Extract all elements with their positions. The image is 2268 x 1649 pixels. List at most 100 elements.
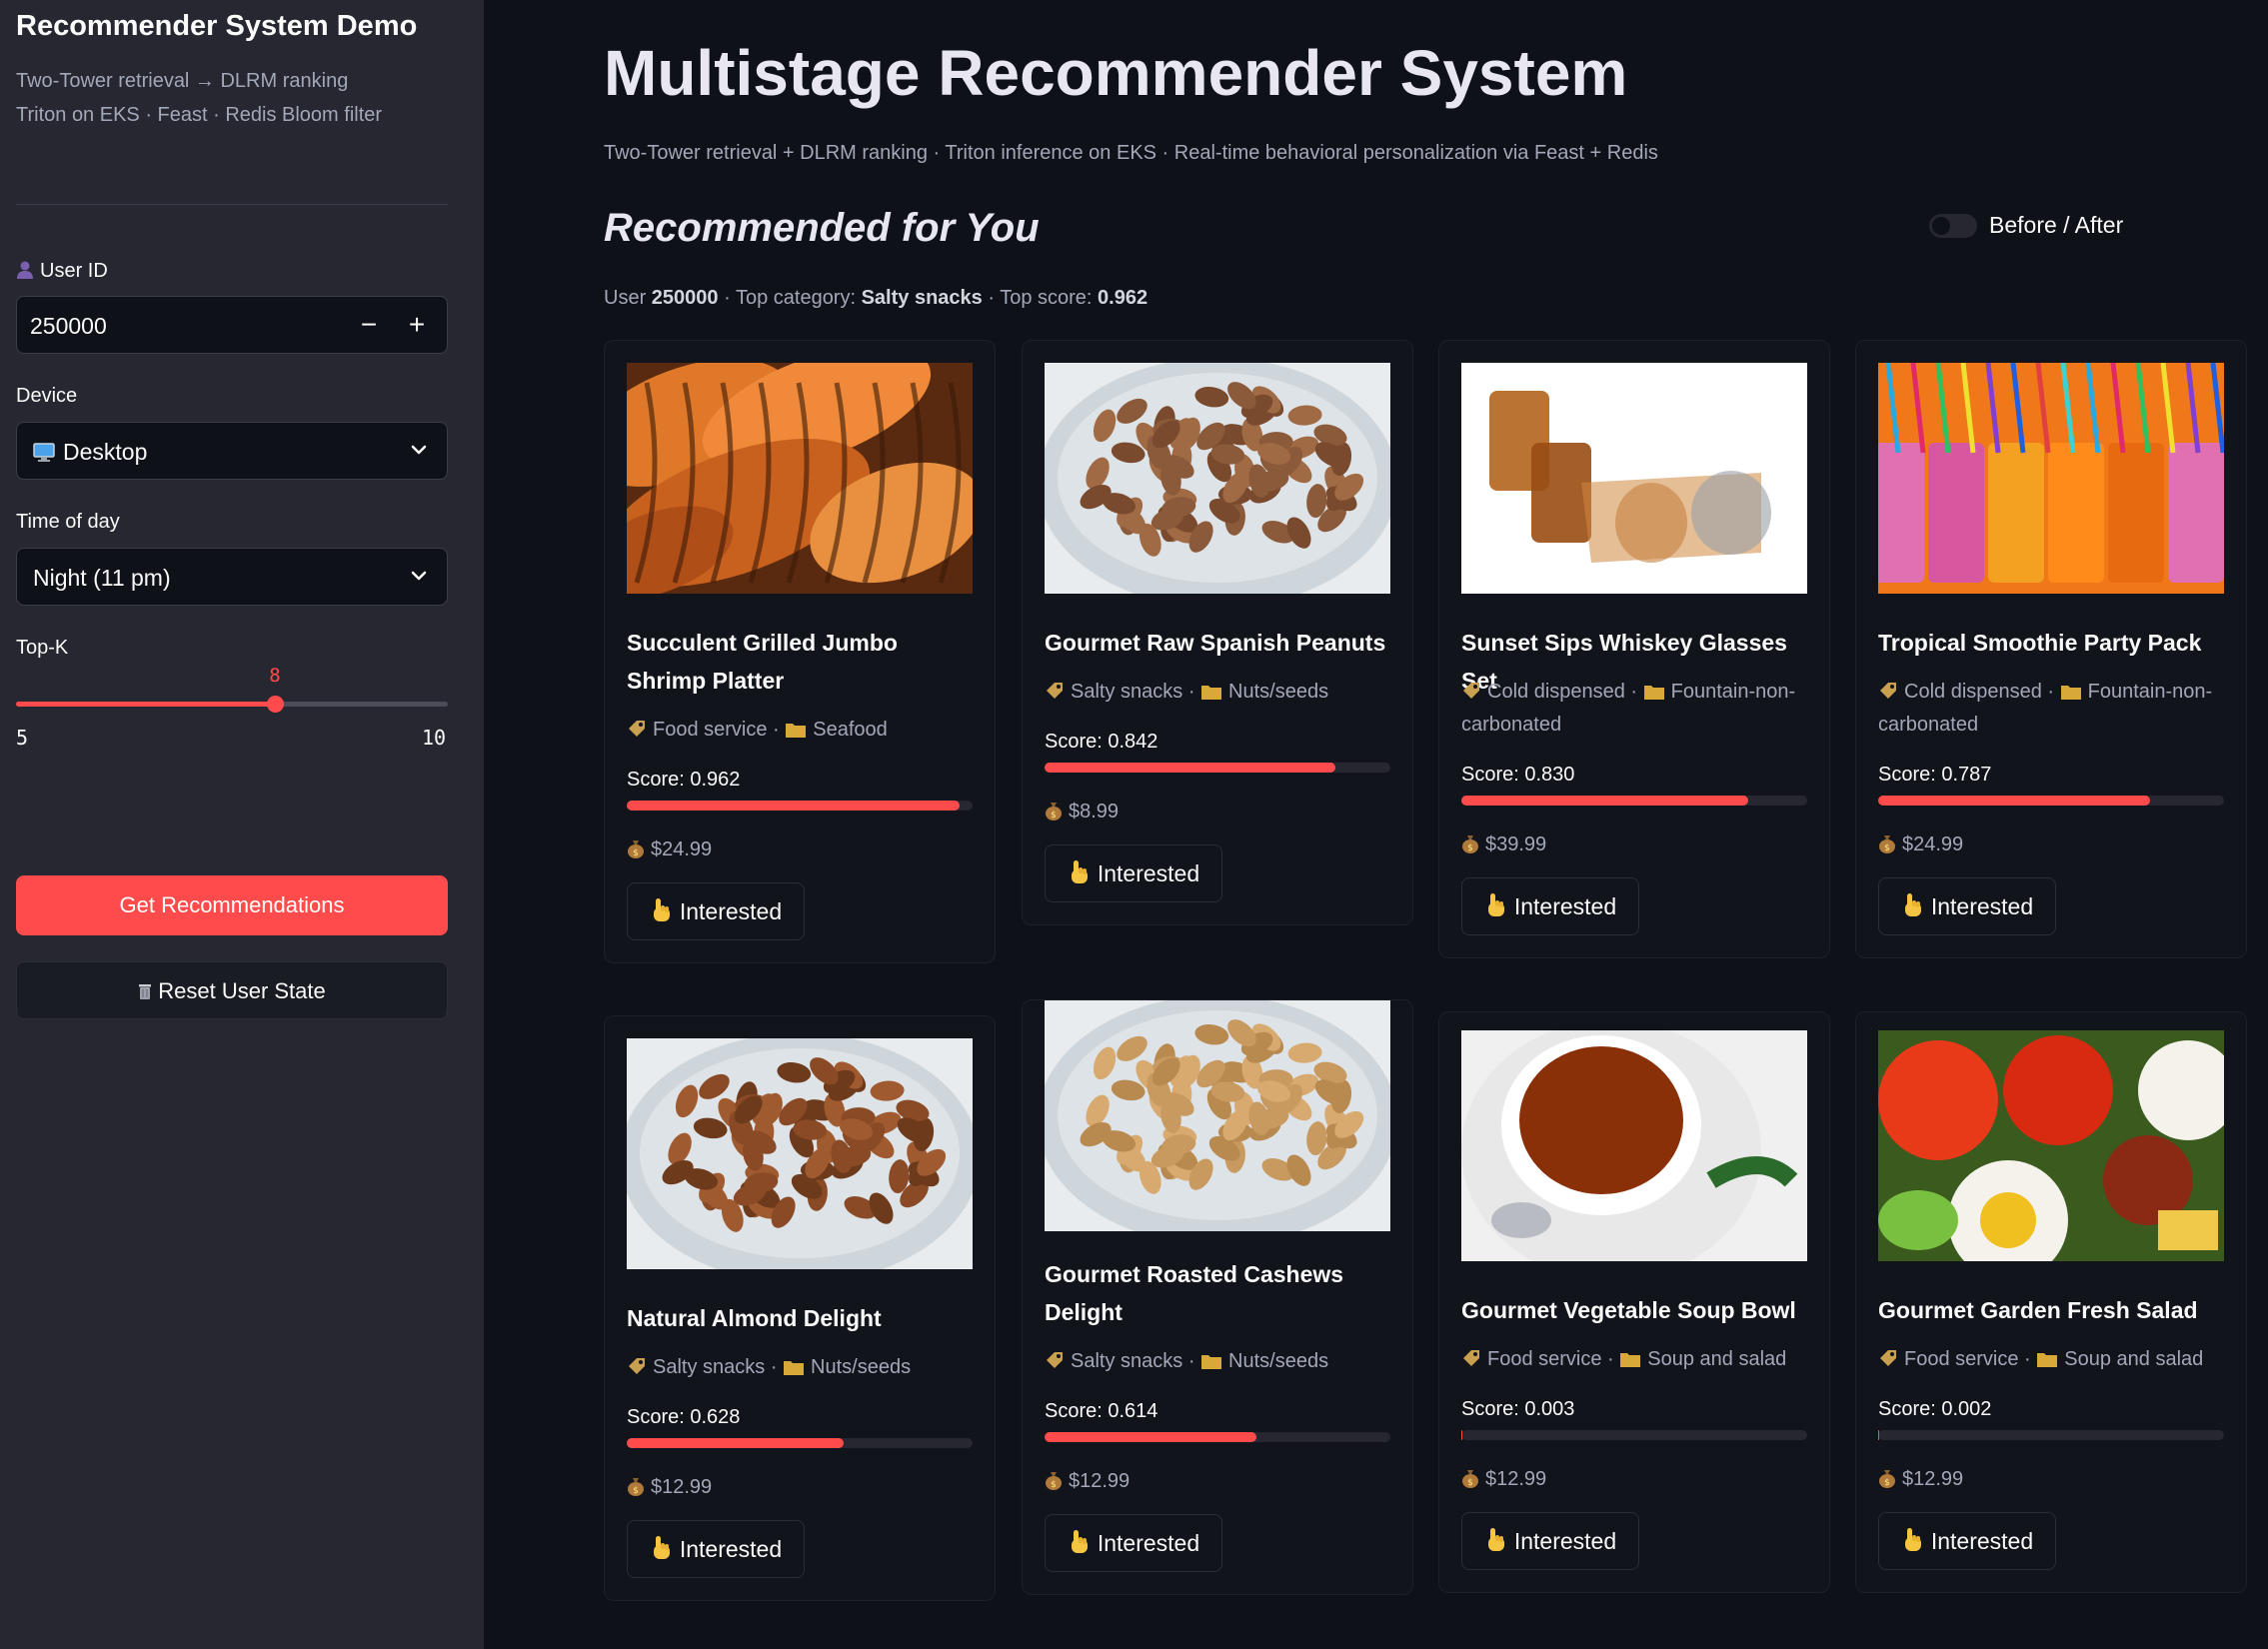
product-category-text: Cold dispensed [1904, 681, 2042, 703]
folder-icon [1201, 686, 1222, 700]
chevron-down-icon [411, 445, 427, 455]
user-id-input[interactable]: 250000 − + [16, 296, 448, 354]
product-title: Natural Almond Delight [627, 1305, 882, 1331]
user-icon [17, 261, 33, 279]
product-category: Salty snacks · Nuts/seeds [1045, 1345, 1394, 1378]
money-bag-icon: $ [1879, 1470, 1895, 1488]
score-bar [1878, 796, 2224, 806]
interested-button[interactable]: Interested [1045, 844, 1222, 902]
product-image [1878, 363, 2224, 594]
svg-text:$: $ [1884, 843, 1890, 853]
user-id-increment-button[interactable]: + [395, 305, 439, 347]
interested-button[interactable]: Interested [1045, 1514, 1222, 1572]
interested-button-label: Interested [1097, 1530, 1200, 1556]
user-id-label-text: User ID [40, 260, 108, 282]
interested-button[interactable]: Interested [1461, 877, 1639, 935]
tag-icon [1880, 683, 1896, 699]
pointing-hand-icon [1904, 893, 1921, 916]
time-of-day-select[interactable]: Night (11 pm) [16, 548, 448, 606]
device-select[interactable]: Desktop [16, 422, 448, 480]
tag-icon [1463, 1350, 1479, 1366]
top-k-slider[interactable] [16, 696, 448, 713]
interested-button[interactable]: Interested [627, 882, 805, 940]
before-after-toggle[interactable] [1929, 214, 1977, 238]
before-after-label[interactable]: Before / After [1989, 212, 2123, 239]
svg-text:$: $ [1467, 843, 1473, 853]
score-bar [1045, 763, 1390, 773]
sidebar-subtitle-line1: Two-Tower retrieval → DLRM ranking [16, 70, 349, 92]
reset-user-state-label: Reset User State [158, 978, 326, 1003]
product-image [627, 363, 973, 594]
product-title: Succulent Grilled Jumbo Shrimp Platter [627, 630, 898, 694]
product-price: $ $8.99 [1045, 801, 1119, 824]
interested-button[interactable]: Interested [1878, 1512, 2056, 1570]
interested-button[interactable]: Interested [627, 1520, 805, 1578]
money-bag-icon: $ [1046, 803, 1062, 821]
pointing-hand-icon [653, 898, 670, 921]
section-title: Recommended for You [604, 206, 1040, 250]
score-bar [627, 1438, 973, 1448]
product-category: Food service · Seafood [627, 714, 977, 747]
product-category: Food service · Soup and salad [1878, 1343, 2228, 1376]
product-price-text: $24.99 [651, 838, 713, 860]
tag-icon [1047, 1352, 1063, 1368]
interested-button-label: Interested [1513, 893, 1617, 919]
top-k-slider-thumb[interactable] [267, 696, 285, 713]
folder-icon [2060, 686, 2081, 700]
svg-text:$: $ [1884, 1478, 1890, 1488]
product-score-label: Score: 0.830 [1461, 764, 1575, 786]
top-k-slider-fill [16, 702, 276, 707]
score-bar-fill [627, 1438, 845, 1448]
product-image [627, 1038, 973, 1269]
chevron-down-icon [411, 571, 427, 581]
desktop-icon [33, 443, 55, 462]
product-card: Natural Almond Delight Salty snacks · Nut… [604, 1015, 996, 1601]
product-category-text: Salty snacks [653, 1356, 766, 1378]
summary-top-score: 0.962 [1098, 287, 1148, 309]
money-bag-icon: $ [1879, 835, 1895, 853]
interested-button-label: Interested [1097, 860, 1200, 886]
product-category-text: Salty snacks [1071, 681, 1183, 703]
product-price: $ $12.99 [627, 1476, 712, 1499]
reset-user-state-button[interactable]: Reset User State [16, 961, 448, 1019]
pointing-hand-icon [1071, 860, 1088, 883]
product-score-label: Score: 0.002 [1878, 1398, 1992, 1420]
summary-top-category: Salty snacks [861, 287, 983, 309]
product-price-text: $12.99 [1902, 1468, 1964, 1490]
device-select-value: Desktop [33, 439, 147, 466]
score-bar [1045, 1432, 1390, 1442]
product-score-label: Score: 0.787 [1878, 764, 1992, 786]
svg-text:$: $ [1467, 1478, 1473, 1488]
product-card: Sunset Sips Whiskey Glasses Set Cold disp… [1438, 340, 1830, 958]
page-subtitle: Two-Tower retrieval + DLRM ranking · Tri… [604, 142, 1658, 164]
tag-icon [1047, 683, 1063, 699]
tag-icon [629, 1358, 645, 1374]
user-id-decrement-button[interactable]: − [347, 305, 391, 347]
folder-icon [1201, 1355, 1222, 1369]
interested-button[interactable]: Interested [1878, 877, 2056, 935]
product-card: Tropical Smoothie Party Pack Cold dispens… [1855, 340, 2247, 958]
product-price-text: $39.99 [1485, 833, 1547, 855]
product-score-label: Score: 0.962 [627, 769, 741, 791]
product-subcategory-text: Nuts/seeds [1228, 681, 1329, 703]
user-id-label: User ID [16, 260, 108, 283]
score-bar-fill [1045, 763, 1336, 773]
device-select-text: Desktop [63, 439, 148, 465]
product-category: Food service · Soup and salad [1461, 1343, 1811, 1376]
interested-button[interactable]: Interested [1461, 1512, 1639, 1570]
product-subcategory-text: Soup and salad [1647, 1348, 1787, 1370]
summary-user-id: 250000 [651, 287, 719, 309]
interested-button-label: Interested [1930, 1528, 2034, 1554]
sidebar-subtitle-line2: Triton on EKS · Feast · Redis Bloom filt… [16, 104, 383, 126]
money-bag-icon: $ [628, 840, 644, 858]
score-bar [627, 801, 973, 811]
product-category-text: Food service [1904, 1348, 2019, 1370]
toggle-knob [1932, 217, 1950, 235]
user-id-value[interactable]: 250000 [30, 313, 107, 340]
top-k-max: 10 [422, 726, 447, 750]
score-bar-fill [1045, 1432, 1257, 1442]
product-title: Gourmet Vegetable Soup Bowl [1461, 1297, 1796, 1323]
svg-text:$: $ [1051, 811, 1057, 821]
pointing-hand-icon [1904, 1528, 1921, 1551]
get-recommendations-button[interactable]: Get Recommendations [16, 875, 448, 935]
